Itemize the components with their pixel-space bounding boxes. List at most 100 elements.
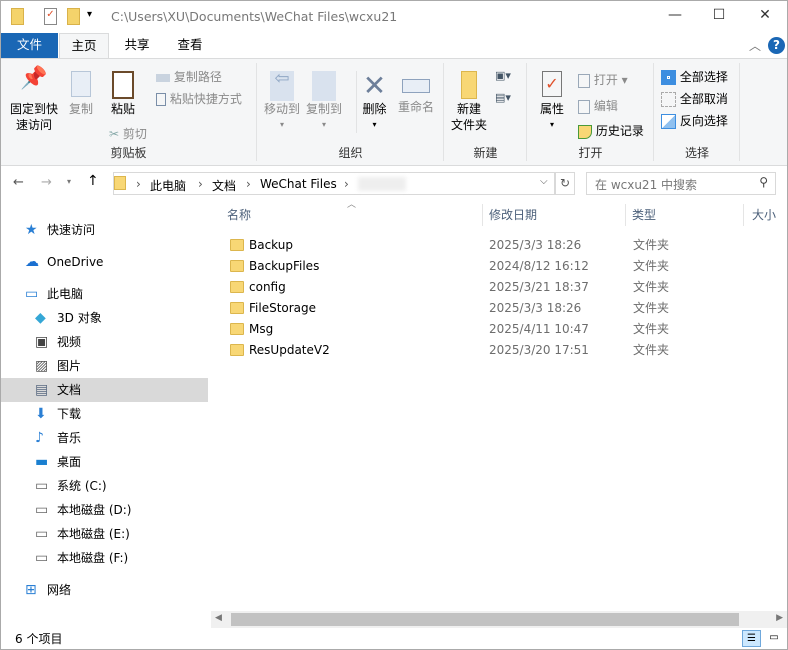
scroll-right-icon[interactable]: ▶	[776, 613, 783, 623]
nav-item[interactable]: ▨ 图片	[1, 354, 208, 378]
nav-item[interactable]: ▤ 文档	[1, 378, 208, 402]
properties-quick-icon[interactable]: ✓	[44, 8, 57, 25]
scroll-left-icon[interactable]: ◀	[215, 613, 222, 623]
move-to-button[interactable]: ⇦ 移动到 ▾	[262, 70, 302, 133]
back-button[interactable]: ←	[13, 175, 24, 190]
nav-item[interactable]: ▭ 此电脑	[1, 282, 208, 306]
tab-view[interactable]: 查看	[166, 33, 214, 58]
file-row[interactable]: config 2025/3/21 18:37 文件夹	[223, 277, 783, 298]
nav-item[interactable]: ▭ 系统 (C:)	[1, 474, 208, 498]
nav-item[interactable]: ▭ 本地磁盘 (D:)	[1, 498, 208, 522]
nav-item[interactable]: ▭ 本地磁盘 (F:)	[1, 546, 208, 570]
select-none-button[interactable]: 全部取消	[661, 90, 728, 108]
address-bar[interactable]: › 此电脑 › 文档 › WeChat Files › ⌵	[113, 172, 555, 195]
nav-item[interactable]: ⬇ 下载	[1, 402, 208, 426]
delete-button[interactable]: ✕ 删除 ▾	[356, 71, 392, 133]
collapse-ribbon-icon[interactable]: ︿	[749, 37, 761, 54]
recent-locations-icon[interactable]: ▾	[67, 177, 71, 186]
delete-x-icon: ✕	[362, 69, 387, 102]
music-icon: ♪	[35, 430, 44, 446]
search-input[interactable]: 在 wcxu21 中搜索 ⚲	[586, 172, 776, 195]
help-icon[interactable]: ?	[768, 37, 785, 54]
select-all-button[interactable]: 全部选择	[661, 68, 728, 86]
forward-button[interactable]: →	[41, 175, 52, 190]
breadcrumb-wechat-files[interactable]: WeChat Files	[260, 177, 337, 191]
group-label: 打开	[578, 146, 603, 160]
open-button[interactable]: 打开 ▾	[578, 71, 628, 89]
paste-button[interactable]: 粘贴	[105, 71, 141, 117]
nav-item[interactable]: ▣ 视频	[1, 330, 208, 354]
horizontal-scrollbar[interactable]: ◀ ▶	[211, 611, 787, 628]
address-dropdown-icon[interactable]: ⌵	[540, 176, 548, 187]
column-header-type[interactable]: 类型	[626, 204, 744, 226]
desktop-icon: ▬	[35, 454, 49, 470]
copy-button[interactable]: 复制	[63, 71, 99, 117]
file-row[interactable]: Backup 2025/3/3 18:26 文件夹	[223, 235, 783, 256]
ribbon-tabs: 文件 主页 共享 查看 ︿ ?	[1, 33, 787, 59]
group-open: ✓ 属性 ▾ 打开 ▾ 编辑 历史记录 打开	[528, 63, 654, 161]
group-label: 剪贴板	[110, 146, 147, 160]
nav-item[interactable]: ♪ 音乐	[1, 426, 208, 450]
file-row[interactable]: BackupFiles 2024/8/12 16:12 文件夹	[223, 256, 783, 277]
close-button[interactable]: ✕	[745, 7, 785, 27]
new-item-icon[interactable]: ▣▾	[495, 69, 511, 82]
properties-icon: ✓	[542, 71, 562, 97]
column-header-size[interactable]: 大小	[744, 204, 787, 226]
nav-item[interactable]: ▬ 桌面	[1, 450, 208, 474]
download-icon: ⬇	[35, 406, 47, 422]
customize-quick-access-icon[interactable]: ▾	[87, 9, 92, 20]
breadcrumb-documents[interactable]: 文档	[212, 177, 236, 194]
title-bar: ✓ ▾ C:\Users\XU\Documents\WeChat Files\w…	[1, 1, 787, 33]
copy-to-icon	[312, 71, 336, 101]
nav-item[interactable]: ◆ 3D 对象	[1, 306, 208, 330]
pin-quick-access-button[interactable]: 📌 固定到快 速访问	[5, 68, 63, 133]
file-row[interactable]: ResUpdateV2 2025/3/20 17:51 文件夹	[223, 340, 783, 361]
nav-item[interactable]: ▭ 本地磁盘 (E:)	[1, 522, 208, 546]
nav-item[interactable]: ☁ OneDrive	[1, 250, 208, 274]
file-row[interactable]: FileStorage 2025/3/3 18:26 文件夹	[223, 298, 783, 319]
rename-button[interactable]: 重命名	[394, 71, 438, 115]
network-icon: ⊞	[25, 582, 37, 598]
large-icons-view-button[interactable]: ▭	[765, 630, 783, 647]
ribbon: 📌 固定到快 速访问 复制 粘贴 复制路径 粘贴快捷方式 ✂ 剪切 剪贴板 ⇦ 移…	[1, 58, 787, 166]
paste-shortcut-button[interactable]: 粘贴快捷方式	[156, 90, 242, 108]
easy-access-icon[interactable]: ▤▾	[495, 91, 511, 104]
history-button[interactable]: 历史记录	[578, 122, 644, 140]
group-label: 组织	[338, 146, 363, 160]
up-button[interactable]: ↑	[87, 173, 99, 189]
new-folder-button[interactable]: 新建 文件夹	[449, 71, 489, 133]
tab-home[interactable]: 主页	[59, 33, 109, 59]
navigation-pane: ★ 快速访问 ☁ OneDrive ▭ 此电脑 ◆ 3D 对象 ▣ 视频 ▨ 图片 ▤ 文档 ⬇ 下载 ♪ 音乐 ▬…	[1, 201, 208, 631]
nav-item[interactable]: ★ 快速访问	[1, 218, 208, 242]
group-label: 选择	[684, 146, 709, 160]
details-view-button[interactable]: ☰	[742, 630, 761, 647]
history-icon	[578, 124, 592, 139]
tab-share[interactable]: 共享	[113, 33, 161, 58]
copy-to-button[interactable]: 复制到 ▾	[304, 71, 344, 133]
column-header-modified[interactable]: 修改日期	[483, 204, 626, 226]
move-icon: ⇦	[270, 70, 294, 101]
cut-button[interactable]: ✂ 剪切	[109, 125, 147, 143]
clipboard-icon	[112, 71, 134, 99]
copy-path-button[interactable]: 复制路径	[156, 68, 222, 86]
nav-item[interactable]: ⊞ 网络	[1, 578, 208, 602]
edit-button[interactable]: 编辑	[578, 97, 618, 115]
folder-icon	[230, 260, 244, 272]
column-header-name[interactable]: 名称	[211, 204, 483, 226]
drive-icon: ▭	[35, 550, 49, 566]
refresh-button[interactable]: ↻	[555, 172, 575, 195]
invert-selection-button[interactable]: 反向选择	[661, 112, 728, 130]
tab-file[interactable]: 文件	[1, 33, 58, 58]
new-folder-quick-icon[interactable]	[67, 8, 80, 25]
file-row[interactable]: Msg 2025/4/11 10:47 文件夹	[223, 319, 783, 340]
scrollbar-thumb[interactable]	[231, 613, 739, 626]
copy-icon	[71, 71, 91, 97]
group-select: 全部选择 全部取消 反向选择 选择	[655, 63, 740, 161]
properties-button[interactable]: ✓ 属性 ▾	[532, 71, 572, 133]
maximize-button[interactable]: ☐	[699, 7, 739, 27]
minimize-button[interactable]: —	[655, 7, 695, 27]
drive-icon: ▭	[35, 526, 49, 542]
breadcrumb-this-pc[interactable]: 此电脑	[150, 177, 186, 194]
computer-icon: ▭	[25, 286, 39, 302]
document-icon: ▤	[35, 382, 49, 398]
